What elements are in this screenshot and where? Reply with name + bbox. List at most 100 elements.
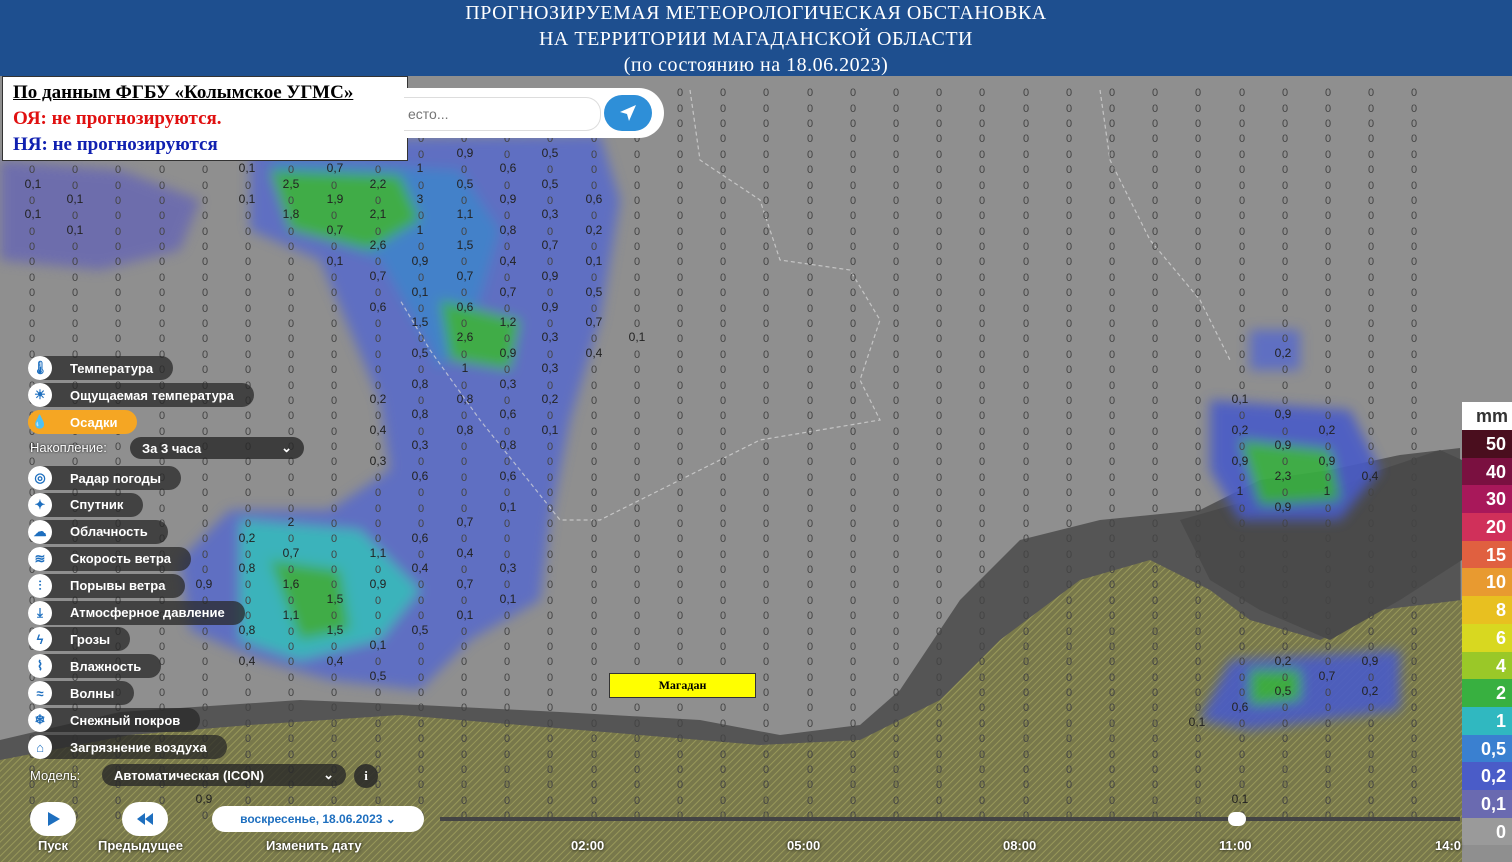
precip-zero-marker: 0: [1325, 241, 1331, 253]
precip-zero-marker: 0: [72, 272, 78, 284]
date-picker[interactable]: воскресенье, 18.06.2023 ⌄: [212, 806, 424, 832]
time-label[interactable]: 05:00: [787, 838, 820, 853]
precip-zero-marker: 0: [1325, 687, 1331, 699]
precip-zero-marker: 0: [720, 133, 726, 145]
time-label[interactable]: 11:00: [1219, 838, 1252, 853]
precip-zero-marker: 0: [1282, 718, 1288, 730]
precip-zero-marker: 0: [720, 595, 726, 607]
precip-zero-marker: 0: [1152, 210, 1158, 222]
precip-zero-marker: 0: [245, 749, 251, 761]
legend-step: 50: [1462, 430, 1512, 458]
precip-zero-marker: 0: [591, 456, 597, 468]
precip-zero-marker: 0: [1152, 395, 1158, 407]
precip-zero-marker: 0: [1368, 180, 1374, 192]
precip-zero-marker: 0: [461, 472, 467, 484]
precip-zero-marker: 0: [288, 672, 294, 684]
precip-zero-marker: 0: [461, 503, 467, 515]
precip-zero-marker: 0: [979, 103, 985, 115]
precip-zero-marker: 0: [418, 672, 424, 684]
thermometer-icon: 🌡: [28, 356, 52, 380]
precip-zero-marker: 0: [331, 718, 337, 730]
precip-zero-marker: 0: [807, 333, 813, 345]
precip-zero-marker: 0: [936, 318, 942, 330]
time-label[interactable]: 02:00: [571, 838, 604, 853]
precip-zero-marker: 0: [591, 549, 597, 561]
menu-item[interactable]: ◎ Радар погоды: [28, 466, 181, 490]
precip-zero-marker: 0: [893, 118, 899, 130]
precip-zero-marker: 0: [807, 287, 813, 299]
menu-item[interactable]: ≋ Скорость ветра: [28, 546, 191, 571]
precip-zero-marker: 0: [1239, 303, 1245, 315]
precip-zero-marker: 0: [634, 610, 640, 622]
precip-zero-marker: 0: [591, 595, 597, 607]
precip-zero-marker: 0: [1239, 579, 1245, 591]
precip-zero-marker: 0: [936, 641, 942, 653]
precip-zero-marker: 0: [1368, 733, 1374, 745]
menu-item[interactable]: ☁ Облачность: [28, 519, 168, 544]
precip-zero-marker: 0: [375, 487, 381, 499]
precip-zero-marker: 0: [591, 210, 597, 222]
change-date-label[interactable]: Изменить дату: [266, 838, 362, 853]
menu-item[interactable]: ⤓ Атмосферное давление: [28, 600, 245, 625]
menu-item[interactable]: ⌂ Загрязнение воздуха: [28, 735, 227, 759]
precip-zero-marker: 0: [591, 180, 597, 192]
precip-zero-marker: 0: [331, 380, 337, 392]
menu-item[interactable]: ✦ Спутник: [28, 492, 144, 517]
precip-zero-marker: 0: [375, 718, 381, 730]
menu-item[interactable]: 💧 Осадки: [28, 410, 138, 434]
timeline-handle[interactable]: [1228, 812, 1246, 826]
menu-item-label: Загрязнение воздуха: [70, 739, 207, 755]
precip-zero-marker: 0: [72, 256, 78, 268]
model-select[interactable]: Автоматическая (ICON) ⌄: [102, 764, 346, 786]
menu-item[interactable]: ≈ Волны: [28, 681, 135, 706]
precip-zero-marker: 0: [634, 164, 640, 176]
precip-zero-marker: 0: [1066, 702, 1072, 714]
precip-zero-marker: 0: [720, 364, 726, 376]
precip-zero-marker: 0: [1195, 626, 1201, 638]
menu-item[interactable]: ☀ Ощущаемая температура: [28, 383, 254, 407]
precip-zero-marker: 0: [763, 733, 769, 745]
precip-zero-marker: 0: [1066, 303, 1072, 315]
precip-zero-marker: 0: [807, 180, 813, 192]
precip-zero-marker: 0: [1152, 610, 1158, 622]
precip-zero-marker: 0: [1066, 533, 1072, 545]
locate-button[interactable]: [604, 95, 652, 131]
precip-zero-marker: 0: [1411, 303, 1417, 315]
precip-zero-marker: 0: [1239, 610, 1245, 622]
precip-zero-marker: 0: [1066, 164, 1072, 176]
precip-zero-marker: 0: [1282, 672, 1288, 684]
precip-zero-marker: 0: [936, 487, 942, 499]
precip-value: 0,9: [542, 300, 559, 314]
precip-zero-marker: 0: [288, 733, 294, 745]
search-input[interactable]: [404, 97, 601, 131]
precip-value: 0,1: [67, 223, 84, 237]
precip-zero-marker: 0: [461, 533, 467, 545]
precip-zero-marker: 0: [1109, 195, 1115, 207]
precip-zero-marker: 0: [850, 610, 856, 622]
menu-item[interactable]: ❄ Снежный покров: [28, 708, 201, 733]
timeline-track[interactable]: [440, 817, 1460, 821]
precip-zero-marker: 0: [288, 364, 294, 376]
menu-item[interactable]: 🌡 Температура: [28, 356, 174, 380]
precip-zero-marker: 0: [763, 579, 769, 591]
time-label[interactable]: 14:0: [1435, 838, 1461, 853]
accumulation-select[interactable]: За 3 часа ⌄: [130, 437, 304, 459]
time-label[interactable]: 08:00: [1003, 838, 1036, 853]
precip-zero-marker: 0: [288, 533, 294, 545]
precip-zero-marker: 0: [115, 180, 121, 192]
precip-zero-marker: 0: [245, 610, 251, 622]
model-info-button[interactable]: i: [354, 764, 378, 788]
menu-item[interactable]: ⌇ Влажность: [28, 654, 162, 679]
menu-item[interactable]: ϟ Грозы: [28, 627, 131, 652]
precip-zero-marker: 0: [591, 164, 597, 176]
precip-value: 0,4: [457, 546, 474, 560]
menu-item[interactable]: ⫶ Порывы ветра: [28, 573, 186, 598]
previous-button[interactable]: [122, 802, 168, 836]
precip-zero-marker: 0: [720, 579, 726, 591]
precip-zero-marker: 0: [418, 426, 424, 438]
precip-zero-marker: 0: [331, 410, 337, 422]
precip-value: 0,6: [500, 469, 517, 483]
precip-zero-marker: 0: [936, 779, 942, 791]
precip-zero-marker: 0: [936, 118, 942, 130]
play-button[interactable]: [30, 802, 76, 836]
